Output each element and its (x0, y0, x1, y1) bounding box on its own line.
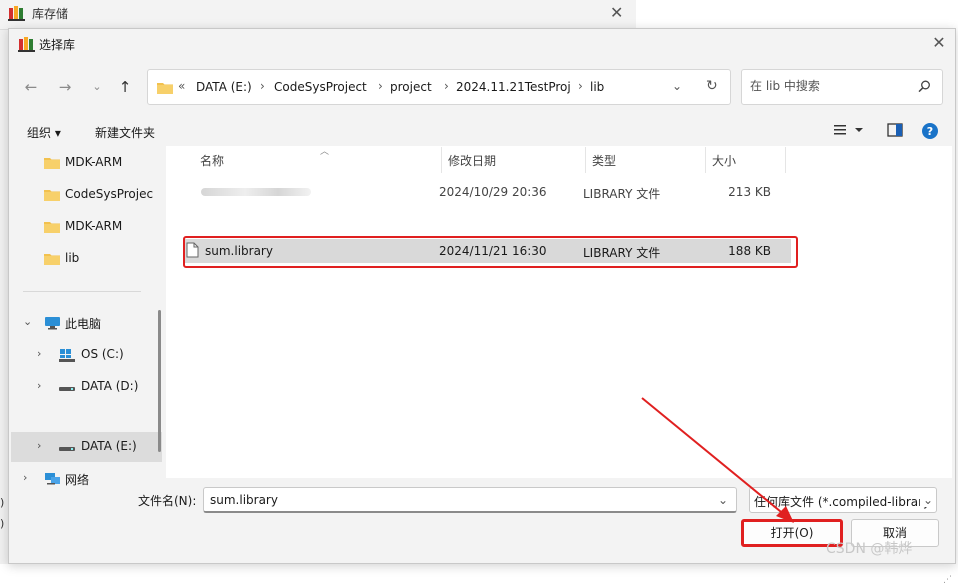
navigation-pane: MDK-ARM CodeSysProjec MDK-ARM lib ⌄ 此电脑 … (11, 146, 162, 487)
chevron-right-icon[interactable]: › (37, 347, 41, 360)
view-menu-icon[interactable] (833, 122, 865, 141)
up-arrow-icon[interactable]: ↑ (113, 76, 137, 98)
nav-item-label: CodeSysProjec (65, 187, 154, 201)
dialog-close-icon[interactable]: ✕ (929, 33, 949, 53)
background-text-fragment: ) (0, 496, 5, 509)
nav-item-drive-d[interactable]: › DATA (D:) (11, 372, 162, 402)
nav-item-folder[interactable]: MDK-ARM (11, 212, 162, 242)
file-list: ︿ 名称 修改日期 类型 大小 2024/10/29 20:36 LIBRARY… (166, 146, 952, 478)
background-window: 库存储 ✕ (0, 0, 636, 30)
filename-chevron-down-icon[interactable]: ⌄ (718, 493, 728, 507)
chevron-right-icon[interactable]: › (23, 471, 27, 484)
folder-icon (44, 156, 60, 172)
nav-item-this-pc[interactable]: ⌄ 此电脑 (11, 308, 162, 338)
nav-item-folder[interactable]: lib (11, 244, 162, 274)
dialog-title: 选择库 (39, 38, 76, 52)
column-separator[interactable] (585, 147, 586, 173)
breadcrumb-separator: › (444, 79, 449, 93)
back-arrow-icon[interactable]: ← (19, 76, 43, 98)
library-app-icon (8, 5, 26, 24)
nav-divider (23, 291, 141, 292)
file-modified: 2024/10/29 20:36 (439, 185, 547, 199)
breadcrumb-item[interactable]: CodeSysProject (274, 80, 367, 94)
recent-chevron-down-icon[interactable]: ⌄ (85, 76, 109, 98)
background-window-title: 库存储 (32, 7, 69, 21)
nav-item-label: 此电脑 (65, 317, 102, 331)
breadcrumb-overflow[interactable]: « (178, 79, 185, 93)
forward-arrow-icon[interactable]: → (53, 76, 77, 98)
nav-item-folder[interactable]: MDK-ARM (11, 148, 162, 178)
filename-input[interactable]: sum.library (210, 493, 278, 507)
file-size: 213 KB (728, 185, 771, 199)
breadcrumb-separator: › (378, 79, 383, 93)
folder-icon (44, 220, 60, 236)
address-chevron-down-icon[interactable]: ⌄ (672, 79, 682, 93)
background-text-fragment: ) (0, 517, 5, 530)
select-library-dialog: 选择库 ✕ ← → ⌄ ↑ « DATA (E:) › CodeSysProje… (8, 28, 956, 585)
column-header-modified[interactable]: 修改日期 (448, 152, 496, 169)
search-box[interactable] (741, 69, 943, 105)
new-folder-button[interactable]: 新建文件夹 (95, 124, 155, 141)
breadcrumb-item[interactable]: lib (590, 80, 604, 94)
file-type: LIBRARY 文件 (583, 187, 661, 201)
nav-item-label: MDK-ARM (65, 219, 123, 233)
breadcrumb-item[interactable]: DATA (E:) (196, 80, 252, 94)
breadcrumb-item[interactable]: project (390, 80, 432, 94)
organize-menu-button[interactable]: 组织 ▾ (27, 124, 61, 141)
folder-icon (157, 81, 173, 97)
file-type-select[interactable]: 任何库文件 (*.compiled-library ⌄ (749, 487, 937, 513)
nav-item-label: MDK-ARM (65, 155, 123, 169)
windows-drive-icon (59, 348, 75, 365)
nav-item-label: 网络 (65, 473, 90, 487)
nav-item-label: DATA (E:) (81, 439, 137, 453)
file-row[interactable]: 2024/10/29 20:36 LIBRARY 文件 213 KB (183, 180, 791, 204)
breadcrumb-item[interactable]: 2024.11.21TestProj (456, 80, 571, 94)
file-type-value: 任何库文件 (*.compiled-library (754, 495, 931, 509)
filename-label: 文件名(N): (138, 494, 197, 508)
nav-item-label: lib (65, 251, 80, 265)
sort-ascending-icon: ︿ (320, 147, 330, 157)
column-separator[interactable] (705, 147, 706, 173)
folder-icon (44, 252, 60, 268)
chevron-right-icon[interactable]: › (37, 439, 41, 452)
svg-text:?: ? (927, 125, 933, 138)
background-close-icon[interactable]: ✕ (610, 3, 623, 22)
drive-icon (59, 380, 75, 397)
nav-item-label: OS (C:) (81, 347, 124, 361)
nav-item-drive-e[interactable]: › DATA (E:) (11, 432, 162, 462)
obscured-file-name (201, 188, 311, 196)
red-highlight-box (183, 236, 798, 268)
nav-scrollbar[interactable] (158, 310, 161, 452)
nav-item-label: DATA (D:) (81, 379, 139, 393)
preview-pane-icon[interactable] (887, 122, 903, 141)
chevron-down-icon[interactable]: ⌄ (23, 315, 32, 328)
library-app-icon (18, 36, 36, 55)
nav-item-network[interactable]: › 网络 (11, 464, 162, 494)
folder-icon (44, 188, 60, 204)
drive-icon (59, 440, 75, 457)
breadcrumb-separator: › (578, 79, 583, 93)
column-header-size[interactable]: 大小 (712, 152, 736, 169)
address-bar[interactable]: « DATA (E:) › CodeSysProject › project ›… (147, 69, 731, 105)
search-input[interactable] (750, 79, 910, 93)
network-icon (44, 472, 61, 489)
nav-item-drive-c[interactable]: › OS (C:) (11, 340, 162, 370)
filename-combobox[interactable]: sum.library ⌄ (203, 487, 737, 513)
file-type-chevron-down-icon[interactable]: ⌄ (920, 493, 934, 507)
background-window-edge (0, 30, 8, 564)
search-icon[interactable] (918, 80, 931, 96)
resize-grip-icon[interactable]: ⋰ (943, 575, 952, 585)
watermark: CSDN @韩烨 (826, 541, 913, 557)
column-header-name[interactable]: 名称 (200, 152, 224, 169)
refresh-icon[interactable]: ↻ (706, 78, 718, 94)
computer-icon (44, 316, 61, 333)
column-separator[interactable] (441, 147, 442, 173)
column-separator[interactable] (785, 147, 786, 173)
breadcrumb-separator: › (260, 79, 265, 93)
chevron-right-icon[interactable]: › (37, 379, 41, 392)
help-icon[interactable]: ? (921, 122, 939, 143)
nav-item-folder[interactable]: CodeSysProjec (11, 180, 162, 210)
column-header-type[interactable]: 类型 (592, 152, 616, 169)
